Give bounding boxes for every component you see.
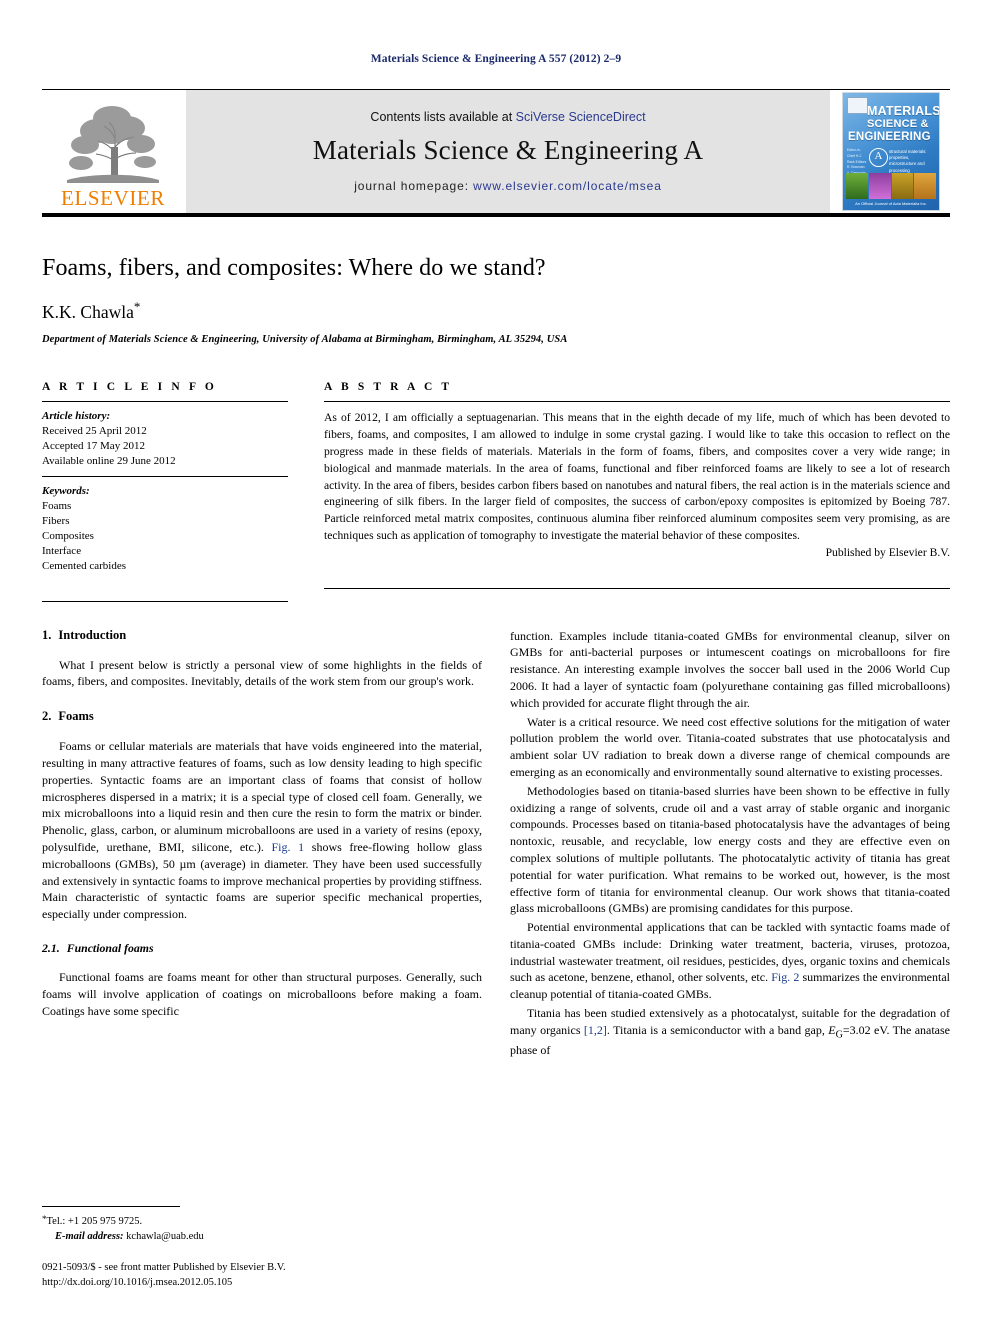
subsection-title: Functional foams — [66, 940, 154, 955]
paragraph-functional-foams-continued: function. Examples include titania-coate… — [510, 628, 950, 710]
elsevier-tree-icon — [57, 101, 169, 187]
paragraph-introduction: What I present below is strictly a perso… — [42, 657, 482, 689]
footnote-tel: *Tel.: +1 205 975 9725. — [42, 1213, 482, 1230]
page-title: Foams, fibers, and composites: Where do … — [42, 255, 546, 281]
paper-page: Materials Science & Engineering A 557 (2… — [0, 0, 992, 1323]
history-received: Received 25 April 2012 — [42, 425, 147, 437]
journal-title: Materials Science & Engineering A — [312, 135, 704, 165]
article-info-column: A R T I C L E I N F O Article history: R… — [42, 381, 288, 602]
left-column: 1. Introduction What I present below is s… — [42, 628, 482, 1022]
article-info-bottom-rule — [42, 600, 288, 602]
author-line: K.K. Chawla* — [42, 299, 950, 323]
subsection-number: 2.1. — [42, 940, 60, 955]
bandgap-value: =3.02 eV — [842, 1022, 887, 1037]
elsevier-wordmark: ELSEVIER — [61, 186, 165, 210]
article-info-heading: A R T I C L E I N F O — [42, 380, 217, 393]
paragraph-water-resource: Water is a critical resource. We need co… — [510, 714, 950, 779]
abstract-heading: A B S T R A C T — [324, 380, 453, 393]
issn-line: 0921-5093/$ - see front matter Published… — [42, 1262, 286, 1274]
article-history-label: Article history: — [42, 409, 111, 422]
cover-title-line2: SCIENCE & — [867, 118, 929, 130]
footnote-rule — [42, 1205, 180, 1207]
footnote-email-address[interactable]: kchawla@uab.edu — [126, 1231, 204, 1242]
elsevier-logo: ELSEVIER — [42, 90, 184, 213]
running-head: Materials Science & Engineering A 557 (2… — [370, 53, 622, 65]
footnote-area: *Tel.: +1 205 975 9725. E-mail address: … — [42, 1205, 482, 1291]
paragraph-foams: Foams or cellular materials are material… — [42, 738, 482, 923]
paragraph-methodologies: Methodologies based on titania-based slu… — [510, 783, 950, 916]
section-heading-foams: 2. Foams — [42, 709, 482, 724]
cover-micrograph-strip — [846, 173, 936, 199]
body-columns: 1. Introduction What I present below is s… — [42, 628, 950, 1062]
cover-elsevier-logo-icon — [847, 97, 868, 114]
paragraph-potential-applications: Potential environmental applications tha… — [510, 919, 950, 1003]
contents-available-line: Contents lists available at SciVerse Sci… — [370, 110, 645, 124]
subsection-heading-functional-foams: 2.1. Functional foams — [42, 941, 482, 956]
corresponding-author-mark: * — [133, 299, 141, 314]
keyword-item: Fibers — [42, 514, 70, 527]
journal-homepage-link[interactable]: www.elsevier.com/locate/msea — [473, 179, 662, 193]
cover-title-line3: ENGINEERING — [848, 131, 931, 143]
bandgap-subscript: G — [835, 1029, 843, 1041]
bandgap-symbol: E — [828, 1022, 836, 1037]
right-column: function. Examples include titania-coate… — [510, 628, 950, 1062]
keywords-block: Keywords: Foams Fibers Composites Interf… — [42, 477, 288, 575]
keyword-item: Composites — [42, 530, 94, 543]
paragraph-functional-foams-left: Functional foams are foams meant for oth… — [42, 969, 482, 1018]
history-accepted: Accepted 17 May 2012 — [42, 440, 145, 453]
section-number: 1. — [42, 627, 52, 642]
article-history: Article history: Received 25 April 2012 … — [42, 402, 288, 470]
title-block: Foams, fibers, and composites: Where do … — [42, 217, 950, 345]
imprint-block: 0921-5093/$ - see front matter Published… — [42, 1261, 482, 1291]
section-title: Foams — [58, 709, 94, 724]
cover-subtitle: structural materials: properties, micros… — [889, 149, 927, 173]
section-heading-introduction: 1. Introduction — [42, 628, 482, 643]
citation-link[interactable]: [1,2] — [584, 1023, 607, 1037]
keyword-item: Interface — [42, 545, 82, 558]
doi-link[interactable]: http://dx.doi.org/10.1016/j.msea.2012.05… — [42, 1276, 482, 1291]
abstract-copyright: Published by Elsevier B.V. — [825, 546, 950, 560]
affiliation: Department of Materials Science & Engine… — [42, 333, 568, 345]
footnote-tel-text: Tel.: +1 205 975 9725. — [46, 1215, 143, 1227]
figure-2-link[interactable]: Fig. 2 — [771, 970, 799, 984]
author-name: K.K. Chawla — [42, 301, 134, 322]
cover-artwork: MATERIALS SCIENCE & ENGINEERING A struct… — [842, 92, 940, 211]
titania-text-part2: . Titania is a semiconductor with a band… — [606, 1022, 829, 1037]
abstract-text: As of 2012, I am officially a septuagena… — [324, 410, 950, 543]
figure-1-link[interactable]: Fig. 1 — [271, 840, 304, 854]
cover-series-badge: A — [869, 148, 888, 167]
keywords-label: Keywords: — [42, 484, 90, 497]
homepage-prefix: journal homepage: — [354, 179, 474, 193]
info-abstract-row: A R T I C L E I N F O Article history: R… — [42, 381, 950, 602]
abstract-column: A B S T R A C T As of 2012, I am officia… — [324, 380, 950, 590]
keyword-item: Cemented carbides — [42, 560, 126, 573]
sciencedirect-link[interactable]: SciVerse ScienceDirect — [516, 110, 646, 124]
contents-prefix: Contents lists available at — [370, 110, 516, 124]
section-number: 2. — [42, 709, 52, 724]
section-title: Introduction — [58, 627, 127, 642]
journal-homepage-line: journal homepage: www.elsevier.com/locat… — [354, 179, 662, 193]
footnote-email: E-mail address: kchawla@uab.edu — [42, 1230, 482, 1245]
journal-cover-thumbnail: MATERIALS SCIENCE & ENGINEERING A struct… — [832, 90, 950, 213]
abstract-bottom-rule — [324, 588, 950, 590]
journal-band: Contents lists available at SciVerse Sci… — [184, 90, 832, 213]
cover-caption: An Official Journal of Acta Materialia I… — [855, 201, 927, 206]
paragraph-titania-photocatalyst: Titania has been studied extensively as … — [510, 1005, 950, 1059]
footnote-email-label: E-mail address: — [55, 1230, 124, 1242]
journal-masthead: ELSEVIER Contents lists available at Sci… — [42, 89, 950, 213]
foams-text-part1: Foams or cellular materials are material… — [42, 739, 482, 854]
history-available-online: Available online 29 June 2012 — [42, 455, 176, 468]
cover-title-line1: MATERIALS — [867, 104, 940, 118]
keyword-item: Foams — [42, 499, 72, 512]
